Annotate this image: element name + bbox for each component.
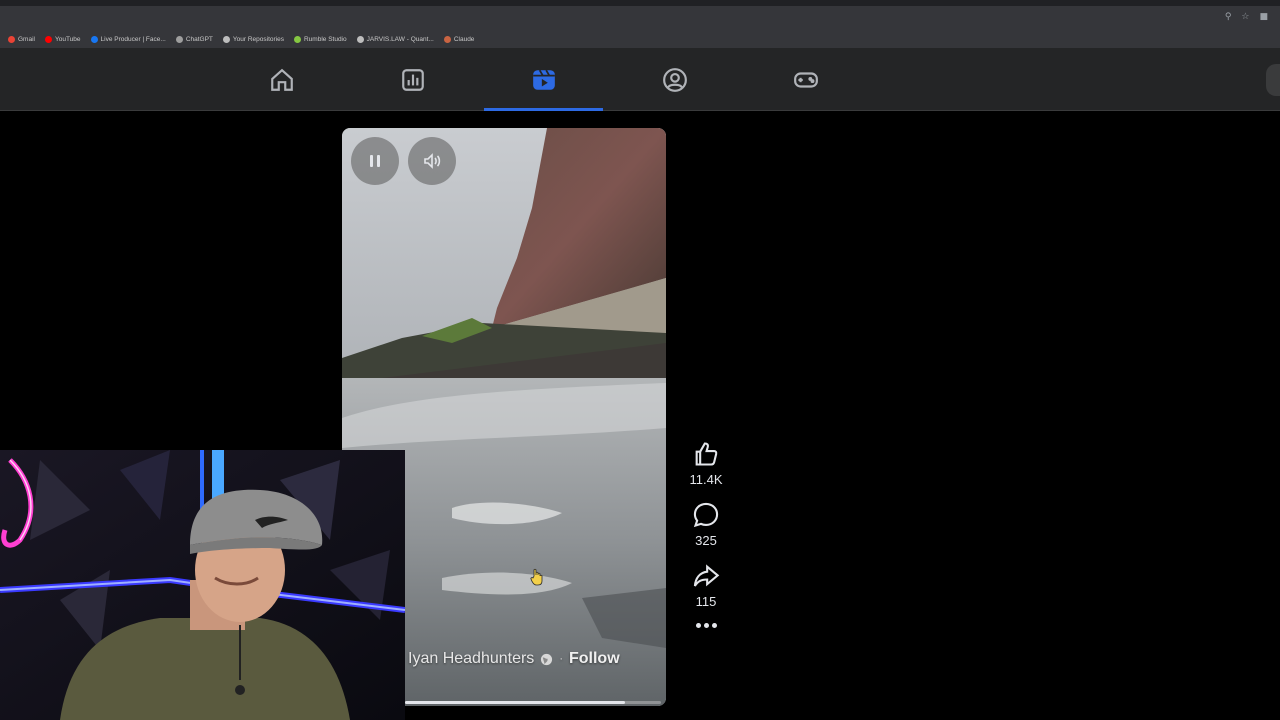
star-icon[interactable]: ☆ [1241,12,1249,22]
bookmark-label: ChatGPT [185,35,213,43]
speaker-icon [424,153,441,169]
thumbs-up-icon [695,442,718,466]
pause-icon [370,155,380,167]
bookmark-item[interactable]: Claude [443,35,475,43]
bookmarks-bar: Gmail YouTube Live Producer | Face... ChatG… [0,30,1280,48]
comment-button[interactable]: 325 [686,501,726,548]
nav-gaming[interactable] [746,48,865,111]
browser-tools: ⚲ ☆ ■ [1225,12,1268,22]
home-icon [270,68,293,91]
bookmark-favicon-icon [44,35,52,43]
more-dot [703,623,709,628]
bookmark-label: JARVIS.LAW - Quant... [366,35,434,43]
extension-icon[interactable]: ■ [1259,12,1268,22]
bookmark-favicon-icon [8,35,15,43]
bookmark-item[interactable]: Live Producer | Face... [90,35,166,43]
nav-profile[interactable] [615,48,734,111]
bookmark-item[interactable]: Your Repositories [222,35,284,43]
bookmark-favicon-icon [356,35,364,43]
globe-icon [541,653,553,665]
browser-toolbar: ⚲ ☆ ■ [0,0,1280,30]
bookmark-label: Claude [453,35,475,43]
bookmark-favicon-icon [222,35,230,43]
bookmark-favicon-icon [175,35,183,43]
bookmark-label: Your Repositories [232,35,284,43]
share-button[interactable]: 115 [686,562,726,609]
comment-icon [693,502,719,528]
bookmark-label: Live Producer | Face... [100,35,166,43]
separator: · [559,653,563,665]
volume-button[interactable] [408,137,456,185]
more-options-button[interactable] [686,623,726,628]
bookmark-item[interactable]: Rumble Studio [293,35,347,43]
zoom-icon[interactable]: ⚲ [1225,12,1232,22]
bookmark-label: Rumble Studio [303,35,347,43]
menu-edge-button[interactable] [1266,64,1280,96]
bookmark-label: YouTube [54,35,81,43]
bookmark-favicon-icon [90,35,98,43]
reels-icon [532,69,555,90]
webcam-image [0,450,405,720]
bookmark-favicon-icon [443,35,451,43]
like-count: 11.4K [689,472,723,487]
share-arrow-icon [693,564,720,587]
reel-author-row: Iyan Headhunters · Follow [408,650,620,668]
bookmark-item[interactable]: JARVIS.LAW - Quant... [356,35,434,43]
bookmark-item[interactable]: YouTube [44,35,81,43]
bookmark-item[interactable]: ChatGPT [175,35,213,43]
follow-button[interactable]: Follow [569,650,620,668]
comment-count: 325 [695,533,717,548]
nav-home[interactable] [222,48,341,111]
like-button[interactable]: 11.4K [686,440,726,487]
bookmark-label: Gmail [18,35,35,43]
bookmark-favicon-icon [293,35,301,43]
more-dot [711,623,717,628]
person-circle-icon [662,67,687,92]
more-dot [695,623,701,628]
pause-button[interactable] [351,137,399,185]
top-navigation [0,48,1280,111]
reel-actions: 11.4K 325 115 [686,440,726,628]
author-name[interactable]: Iyan Headhunters [408,650,534,668]
webcam-overlay [0,450,405,720]
bookmark-item[interactable]: Gmail [8,35,35,43]
bar-chart-icon [401,68,424,91]
video-progress-bar[interactable] [405,701,661,704]
hand-cursor-icon [530,568,543,586]
video-progress-fill [405,701,626,704]
share-count: 115 [695,594,717,609]
nav-dashboard[interactable] [353,48,472,111]
nav-reels[interactable] [484,48,603,111]
gamepad-icon [793,71,818,88]
